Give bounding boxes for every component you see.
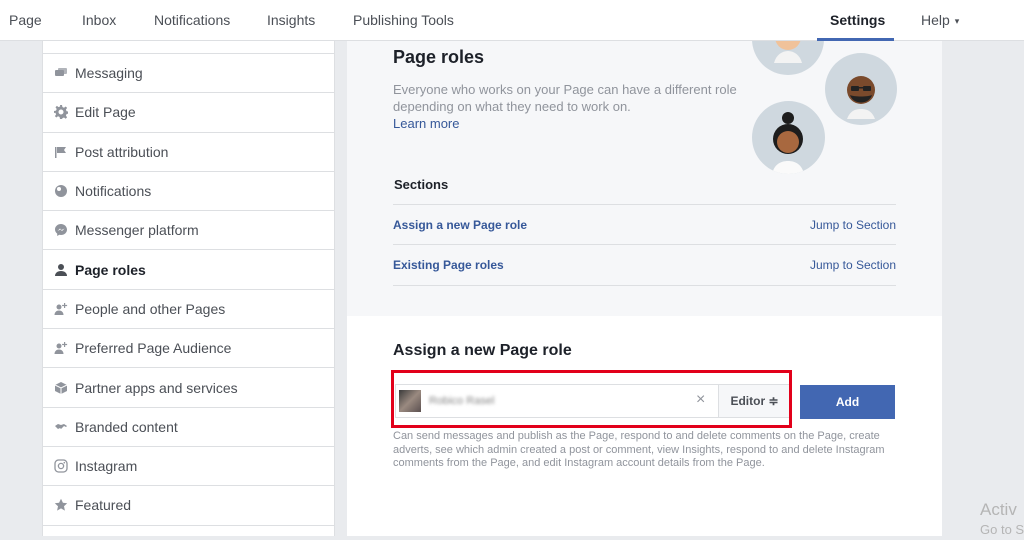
- nav-tab-inbox[interactable]: Inbox: [82, 0, 116, 41]
- illustration-avatar-2: [825, 53, 897, 125]
- help-label: Help: [921, 12, 950, 28]
- sidebar-item-label: Preferred Page Audience: [75, 340, 232, 357]
- sidebar-item-label: Messenger platform: [75, 222, 199, 239]
- section-link-assign-new-role[interactable]: Assign a new Page role: [393, 218, 527, 232]
- person-illustration-icon: [774, 41, 802, 63]
- cube-icon: [53, 380, 69, 396]
- nav-tab-publishing-tools[interactable]: Publishing Tools: [353, 0, 454, 41]
- sidebar-item-messenger-platform[interactable]: Messenger platform: [43, 211, 334, 251]
- sidebar-item-label: Branded content: [75, 418, 178, 435]
- page-title: Page roles: [393, 47, 485, 67]
- person-illustration-icon: [847, 76, 875, 119]
- sidebar-item-label: Instagram: [75, 458, 138, 475]
- globe-icon: [53, 183, 69, 199]
- handshake-icon: [53, 419, 69, 435]
- sidebar-item-label: Edit Page: [75, 104, 136, 121]
- assign-role-heading: Assign a new Page role: [393, 342, 572, 359]
- illustration-avatar-1: [752, 41, 824, 75]
- flag-icon: [53, 144, 69, 160]
- sidebar-item-label: Notifications: [75, 183, 152, 200]
- sidebar-item-notifications[interactable]: Notifications: [43, 172, 334, 212]
- nav-tab-notifications[interactable]: Notifications: [154, 0, 230, 41]
- sidebar-item-edit-page[interactable]: Edit Page: [43, 93, 334, 133]
- watermark-line-2: Go to S: [980, 522, 1024, 537]
- sidebar-item-preferred-page-audience[interactable]: Preferred Page Audience: [43, 329, 334, 369]
- star-icon: [53, 497, 69, 513]
- jump-to-section-link[interactable]: Jump to Section: [810, 258, 896, 272]
- role-description: Can send messages and publish as the Pag…: [393, 430, 885, 469]
- jump-to-section-link[interactable]: Jump to Section: [810, 218, 896, 232]
- sidebar-item-label: Partner apps and services: [75, 379, 238, 396]
- page-roles-header: Page roles Everyone who works on your Pa…: [347, 41, 942, 316]
- sidebar-item-branded-content[interactable]: Branded content: [43, 408, 334, 447]
- sidebar-item-post-attribution[interactable]: Post attribution: [43, 133, 334, 172]
- sidebar-item-featured[interactable]: Featured: [43, 486, 334, 526]
- sidebar-item-instagram[interactable]: Instagram: [43, 447, 334, 487]
- person-illustration-icon: [772, 112, 804, 174]
- section-row-assign: Assign a new Page role Jump to Section: [393, 204, 896, 245]
- sidebar-item-people-and-other-pages[interactable]: People and other Pages: [43, 290, 334, 330]
- sidebar-item-label: Featured: [75, 497, 132, 514]
- section-link-existing-roles[interactable]: Existing Page roles: [393, 258, 504, 272]
- sidebar-item-label: Post attribution: [75, 143, 169, 160]
- nav-tab-page[interactable]: Page: [9, 0, 42, 41]
- sidebar-top-divider: [43, 41, 334, 54]
- caret-down-icon: ▾: [954, 16, 960, 26]
- person-icon: [53, 262, 69, 278]
- sidebar-item-label: People and other Pages: [75, 300, 226, 317]
- gear-icon: [53, 104, 69, 120]
- highlight-box: [391, 370, 792, 428]
- sections-heading: Sections: [394, 177, 449, 192]
- sidebar-item-label: Messaging: [75, 65, 143, 82]
- people-add-icon: [53, 301, 69, 317]
- people-add-icon: [53, 340, 69, 356]
- page-roles-panel: Page roles Everyone who works on your Pa…: [347, 41, 942, 536]
- nav-tab-insights[interactable]: Insights: [267, 0, 315, 41]
- learn-more-link[interactable]: Learn more: [393, 115, 738, 132]
- illustration-avatar-3: [752, 101, 825, 174]
- add-role-button[interactable]: Add: [800, 385, 895, 419]
- description-text: Everyone who works on your Page can have…: [393, 82, 737, 114]
- nav-tab-help[interactable]: Help ▾: [921, 0, 959, 41]
- watermark-line-1: Activ: [980, 500, 1017, 519]
- messenger-icon: [53, 222, 69, 238]
- section-row-existing: Existing Page roles Jump to Section: [393, 244, 896, 286]
- messaging-icon: [53, 65, 69, 81]
- nav-tab-settings[interactable]: Settings: [830, 0, 885, 41]
- sidebar-item-label: Page roles: [75, 261, 146, 278]
- sidebar-item-partner-apps[interactable]: Partner apps and services: [43, 368, 334, 408]
- settings-sidebar: Messaging Edit Page Post attribution Not…: [42, 41, 335, 536]
- activation-watermark: Activ Go to S: [980, 500, 1024, 540]
- top-nav: Page Inbox Notifications Insights Publis…: [0, 0, 1024, 41]
- instagram-icon: [53, 458, 69, 474]
- sidebar-item-messaging[interactable]: Messaging: [43, 54, 334, 94]
- sidebar-item-page-roles[interactable]: Page roles: [43, 250, 334, 290]
- page-description: Everyone who works on your Page can have…: [393, 81, 738, 132]
